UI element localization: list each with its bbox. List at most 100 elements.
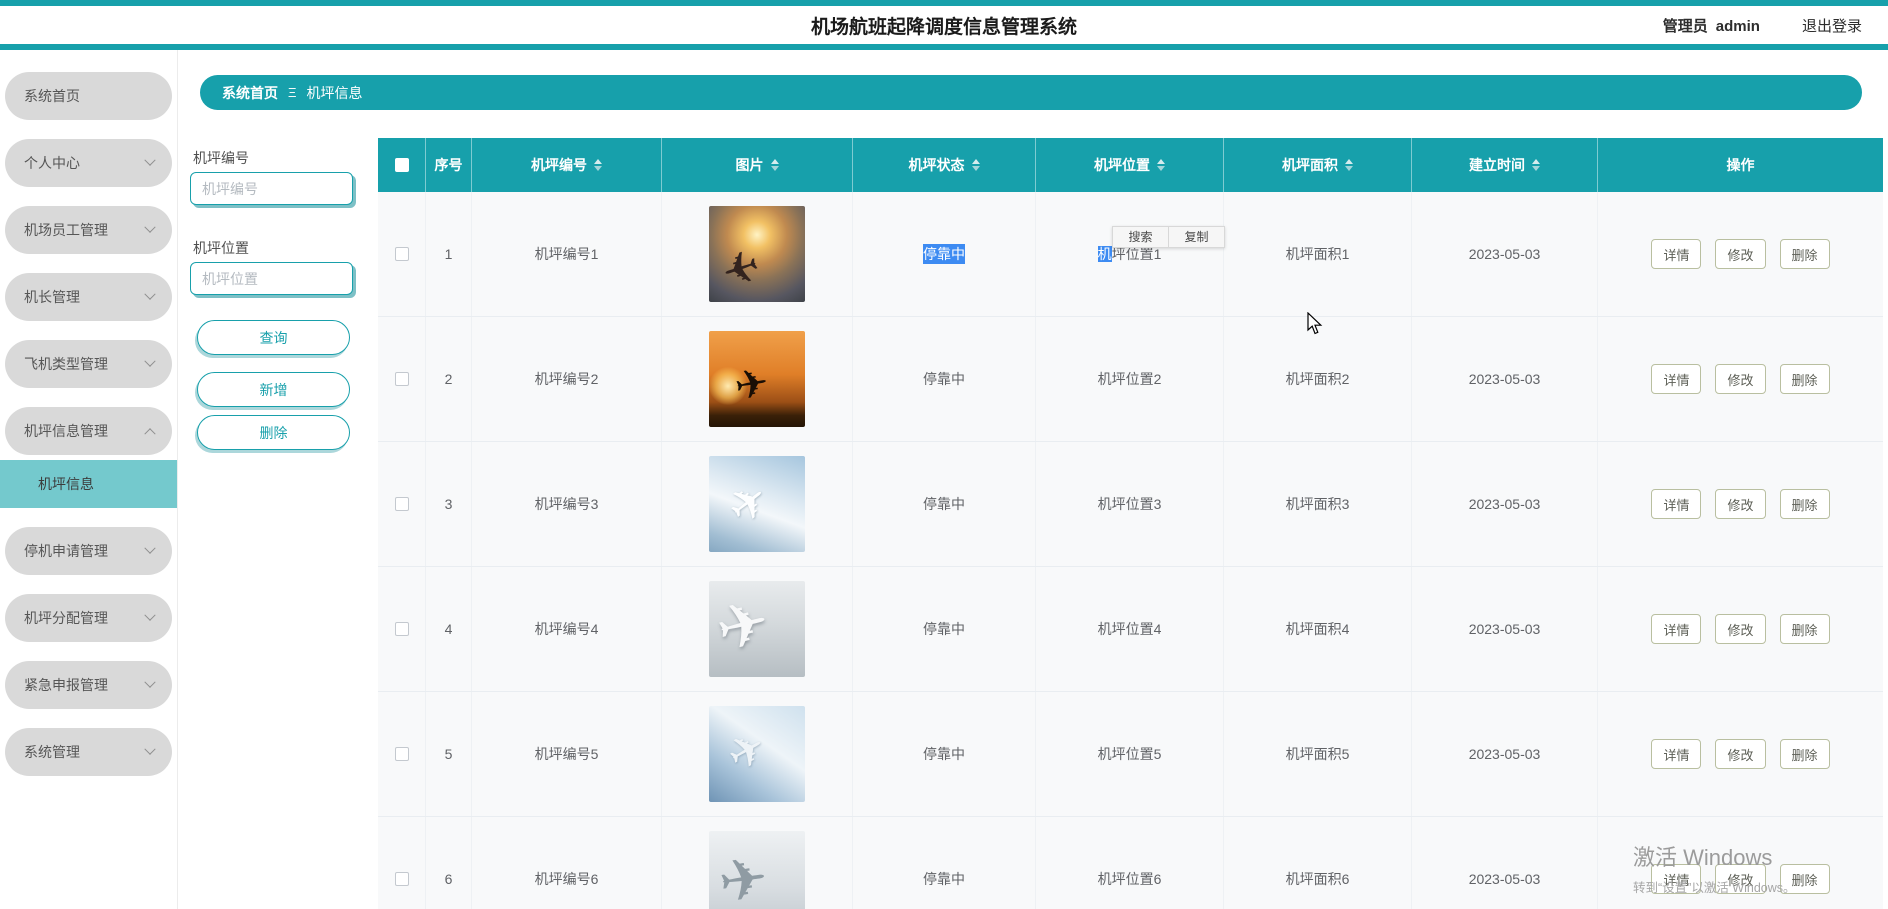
apron-photo-thumbnail[interactable]: ✈ (709, 331, 805, 427)
row-actions: 详情 修改 删除 (1651, 489, 1830, 519)
table-row: 6 机坪编号6 ✈ 停靠中 机坪位置6 机坪面积6 2023-05-03 详情修… (378, 817, 1883, 909)
row-action-button[interactable]: 详情 (1651, 364, 1702, 394)
location-text: 机坪位置2 (1097, 371, 1162, 387)
logout-button[interactable]: 退出登录 (1802, 15, 1862, 36)
field-label-location: 机坪位置 (193, 240, 249, 256)
column-label: 机坪编号 (531, 157, 587, 173)
table-row: 4 机坪编号4 ✈ 停靠中 机坪位置4 机坪面积4 2023-05-03 详情修… (378, 567, 1883, 692)
row-action-button[interactable]: 修改 (1715, 239, 1766, 269)
sidebar-item[interactable]: 机长管理 (5, 273, 172, 321)
table-row: 5 机坪编号5 ✈ 停靠中 机坪位置5 机坪面积5 2023-05-03 详情修… (378, 692, 1883, 817)
page-title: 机场航班起降调度信息管理系统 (810, 16, 1077, 38)
sidebar-subitem-active[interactable]: 机坪信息 (0, 460, 177, 508)
sort-icon[interactable] (1157, 159, 1165, 171)
breadcrumb-home-link[interactable]: 系统首页 (222, 83, 278, 103)
selection-popup-button[interactable]: 搜索 (1112, 226, 1169, 248)
sort-icon[interactable] (594, 159, 602, 171)
sidebar-item[interactable]: 机场员工管理 (5, 206, 172, 254)
sidebar: 系统首页 个人中心 机场员工管理 机长管理 飞机类型管理 机坪信息管理 机坪信息… (0, 50, 178, 909)
row-action-button[interactable]: 详情 (1651, 864, 1702, 894)
column-label: 操作 (1726, 157, 1755, 173)
row-checkbox-cell (378, 817, 426, 909)
row-checkbox[interactable] (394, 247, 409, 261)
table-column-header[interactable]: 序号 (426, 138, 472, 192)
cell-seq: 3 (426, 442, 472, 566)
row-action-button[interactable]: 详情 (1651, 739, 1702, 769)
table-column-header[interactable]: 机坪位置 (1036, 138, 1224, 192)
table-row: 3 机坪编号3 ✈ 停靠中 机坪位置3 机坪面积3 2023-05-03 详情修… (378, 442, 1883, 567)
cell-code: 机坪编号6 (472, 817, 662, 909)
cell-seq: 5 (426, 692, 472, 816)
row-checkbox-cell (378, 567, 426, 691)
row-checkbox[interactable] (394, 747, 409, 761)
sidebar-item-label: 系统首页 (24, 88, 80, 104)
cell-area: 机坪面积5 (1224, 692, 1412, 816)
sort-icon[interactable] (971, 159, 980, 171)
row-action-button[interactable]: 详情 (1651, 489, 1702, 519)
sidebar-item[interactable]: 个人中心 (5, 139, 172, 187)
cell-code: 机坪编号3 (472, 442, 662, 566)
selection-popup-button[interactable]: 复制 (1168, 226, 1225, 248)
row-action-button[interactable]: 修改 (1715, 614, 1766, 644)
sidebar-item[interactable]: 机坪分配管理 (5, 594, 172, 642)
sidebar-subitem-label: 机坪信息 (38, 476, 94, 492)
column-label: 图片 (735, 157, 764, 173)
cell-seq: 1 (426, 192, 472, 316)
sidebar-item[interactable]: 系统首页 (5, 72, 172, 120)
row-action-button[interactable]: 详情 (1651, 239, 1702, 269)
sidebar-item[interactable]: 飞机类型管理 (5, 340, 172, 388)
plane-image: ✈ (715, 239, 767, 300)
add-button[interactable]: 新增 (197, 372, 350, 407)
row-checkbox-cell (378, 442, 426, 566)
cell-area: 机坪面积3 (1224, 442, 1412, 566)
row-actions: 详情 修改 删除 (1651, 739, 1830, 769)
column-label: 机坪面积 (1282, 157, 1338, 173)
sort-icon[interactable] (770, 159, 779, 171)
row-action-button[interactable]: 删除 (1779, 364, 1830, 394)
cell-actions: 详情 修改 删除 (1598, 817, 1883, 909)
row-action-button[interactable]: 删除 (1779, 614, 1830, 644)
sort-icon[interactable] (1532, 159, 1540, 171)
row-action-button[interactable]: 删除 (1779, 739, 1830, 769)
row-action-button[interactable]: 修改 (1715, 864, 1766, 894)
table-column-header[interactable]: 操作 (1598, 138, 1883, 192)
batch-delete-button[interactable]: 删除 (197, 415, 350, 450)
row-action-button[interactable]: 修改 (1715, 364, 1766, 394)
row-checkbox[interactable] (394, 622, 409, 636)
table-column-header[interactable]: 机坪状态 (853, 138, 1036, 192)
apron-photo-thumbnail[interactable]: ✈ (709, 581, 805, 677)
row-action-button[interactable]: 删除 (1779, 489, 1830, 519)
row-action-button[interactable]: 详情 (1651, 614, 1702, 644)
row-actions: 详情 修改 删除 (1651, 239, 1830, 269)
apron-photo-thumbnail[interactable]: ✈ (709, 456, 805, 552)
row-checkbox[interactable] (394, 372, 409, 386)
sidebar-item[interactable]: 机坪信息管理 (5, 407, 172, 455)
table-column-header[interactable]: 建立时间 (1412, 138, 1598, 192)
sidebar-item[interactable]: 停机申请管理 (5, 527, 172, 575)
row-checkbox-cell (378, 192, 426, 316)
sort-icon[interactable] (1345, 159, 1353, 171)
apron-photo-thumbnail[interactable]: ✈ (709, 706, 805, 802)
sidebar-item[interactable]: 系统管理 (5, 728, 172, 776)
table-column-header[interactable]: 图片 (662, 138, 853, 192)
row-action-button[interactable]: 修改 (1715, 489, 1766, 519)
column-label: 机坪状态 (908, 157, 965, 173)
location-search-input[interactable] (190, 262, 353, 295)
chevron-down-icon (144, 609, 156, 621)
row-actions: 详情 修改 删除 (1651, 614, 1830, 644)
sidebar-item-label: 机长管理 (24, 289, 80, 305)
cell-status: 停靠中 (853, 692, 1036, 816)
row-action-button[interactable]: 删除 (1779, 864, 1830, 894)
query-button[interactable]: 查询 (197, 320, 350, 355)
select-all-checkbox[interactable] (394, 158, 409, 172)
table-column-header[interactable]: 机坪编号 (472, 138, 662, 192)
apron-photo-thumbnail[interactable]: ✈ (709, 831, 805, 909)
row-action-button[interactable]: 删除 (1779, 239, 1830, 269)
row-checkbox[interactable] (394, 497, 409, 511)
apron-photo-thumbnail[interactable]: ✈ (709, 206, 805, 302)
code-search-input[interactable] (190, 172, 353, 205)
table-column-header[interactable]: 机坪面积 (1224, 138, 1412, 192)
row-action-button[interactable]: 修改 (1715, 739, 1766, 769)
sidebar-item[interactable]: 紧急申报管理 (5, 661, 172, 709)
row-checkbox[interactable] (394, 872, 409, 886)
